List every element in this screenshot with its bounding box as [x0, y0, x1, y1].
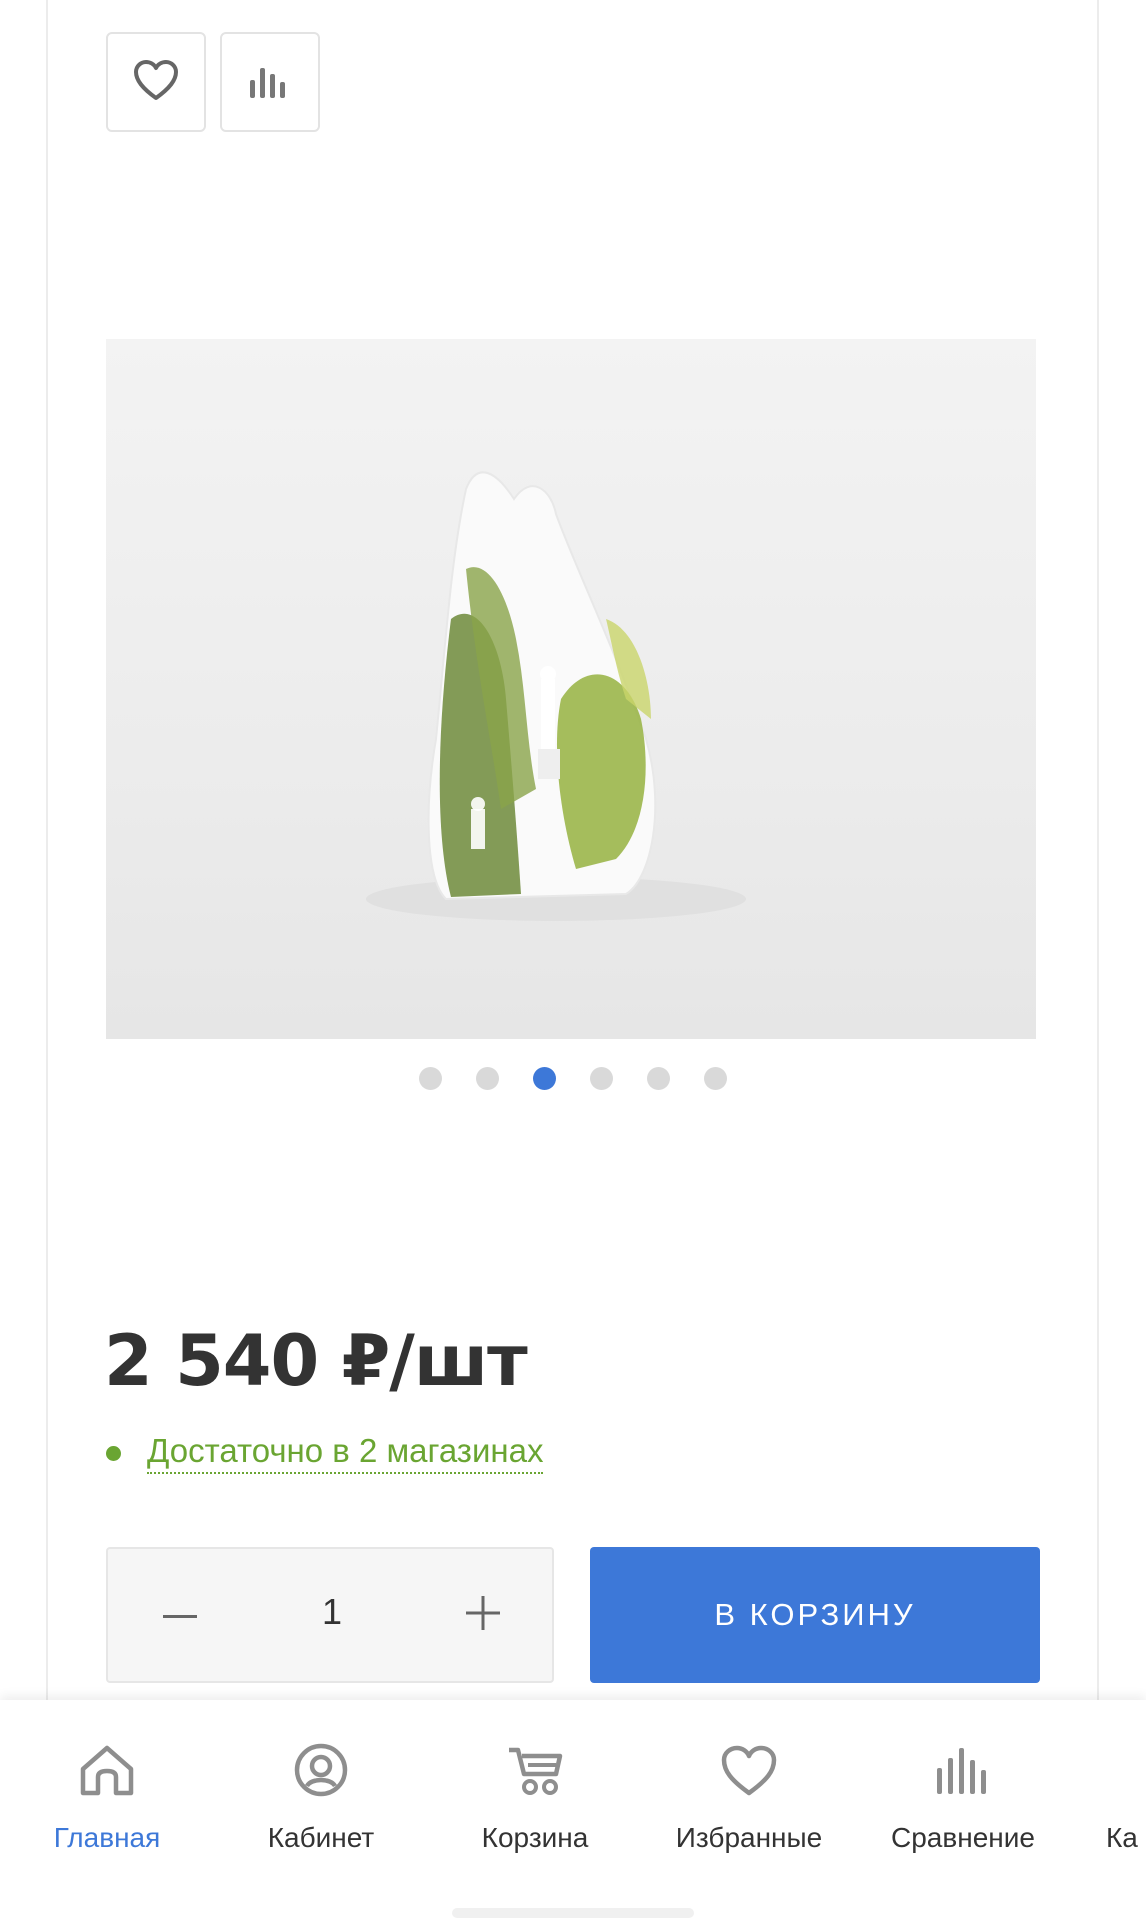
nav-item-cart[interactable]: Корзина — [428, 1740, 642, 1854]
gallery-dot[interactable] — [476, 1067, 499, 1090]
nav-item-favorites[interactable]: Избранные — [642, 1740, 856, 1854]
product-image[interactable] — [106, 339, 1036, 1039]
porcelain-figurine-icon — [366, 471, 746, 921]
nav-label: Кабинет — [267, 1822, 375, 1853]
home-indicator — [452, 1908, 694, 1918]
stock-availability-link[interactable]: Достаточно в 2 магазинах — [147, 1432, 544, 1474]
plus-icon — [466, 1595, 500, 1635]
gallery-dot[interactable] — [704, 1067, 727, 1090]
heart-icon — [719, 1743, 779, 1802]
nav-item-cabinet[interactable]: Кабинет — [214, 1740, 428, 1854]
nav-label: Корзина — [481, 1822, 589, 1853]
nav-label: Избранные — [675, 1822, 823, 1853]
gallery-dot[interactable] — [419, 1067, 442, 1090]
bottom-navigation: Главная Кабинет Корзина Избранные Сравне… — [0, 1700, 1146, 1920]
product-price: 2 540 ₽/шт — [104, 1320, 528, 1402]
quantity-increase-button[interactable] — [463, 1595, 503, 1635]
nav-label: Ка — [1106, 1822, 1138, 1853]
nav-label: Сравнение — [891, 1822, 1035, 1853]
stock-status-dot — [106, 1445, 121, 1461]
add-to-favorites-button[interactable] — [106, 32, 206, 132]
cart-icon — [506, 1744, 564, 1801]
content-border-right — [1097, 0, 1099, 1700]
gallery-dot[interactable] — [590, 1067, 613, 1090]
add-to-cart-button[interactable]: В КОРЗИНУ — [590, 1547, 1040, 1683]
user-circle-icon — [293, 1742, 349, 1803]
nav-item-home[interactable]: Главная — [0, 1740, 214, 1854]
stock-availability[interactable]: Достаточно в 2 магазинах — [106, 1432, 544, 1474]
bar-chart-icon — [935, 1746, 991, 1799]
heart-icon — [132, 58, 180, 107]
home-icon — [78, 1743, 136, 1802]
nav-item-compare[interactable]: Сравнение — [856, 1740, 1070, 1854]
gallery-dot[interactable] — [647, 1067, 670, 1090]
add-to-compare-button[interactable] — [220, 32, 320, 132]
nav-label: Главная — [53, 1822, 161, 1853]
content-border-left — [46, 0, 48, 1700]
bar-chart-icon — [248, 62, 292, 103]
nav-item-catalog[interactable]: Ка — [1106, 1740, 1146, 1854]
gallery-dot-active[interactable] — [533, 1067, 556, 1090]
quantity-stepper: 1 — [106, 1547, 554, 1683]
gallery-pagination — [0, 1067, 1146, 1091]
